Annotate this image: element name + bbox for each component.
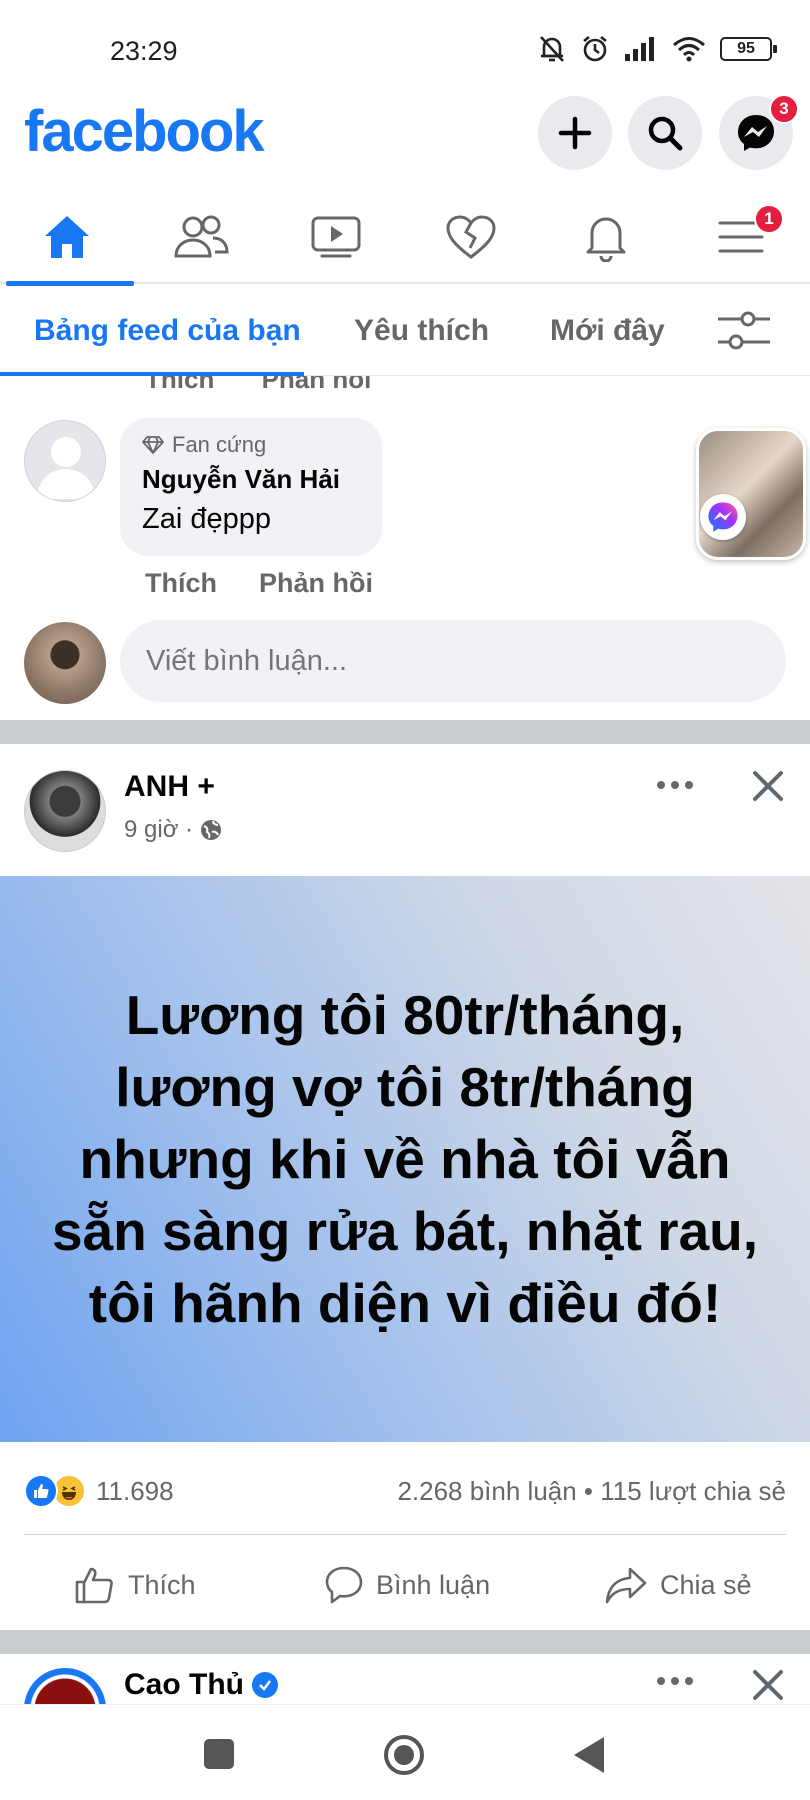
post-time[interactable]: 9 giờ · (124, 816, 193, 844)
heart-icon (446, 215, 496, 259)
post-author-name[interactable]: ANH + (124, 770, 215, 804)
next-post-header: Cao Thủ (0, 1654, 810, 1704)
share-button-label: Chia sẻ (660, 1569, 752, 1600)
tab-home[interactable] (6, 190, 134, 286)
fan-badge: Fan cứng (142, 432, 360, 458)
bell-muted-icon (540, 36, 564, 62)
post-text-background: Lương tôi 80tr/tháng, lương vợ tôi 8tr/t… (0, 876, 810, 1442)
globe-icon (201, 820, 222, 840)
close-icon (753, 771, 783, 801)
share-icon (605, 1567, 647, 1604)
create-button[interactable] (538, 96, 612, 170)
alarm-icon (583, 35, 607, 62)
bell-icon (586, 217, 626, 262)
chat-head-bubble[interactable] (696, 428, 806, 560)
next-post-avatar[interactable] (24, 1668, 106, 1704)
next-post-more-icon[interactable] (656, 1676, 694, 1686)
tab-menu[interactable]: 1 (680, 190, 802, 284)
status-icons: 95 (538, 34, 777, 64)
status-bar: 23:29 95 (0, 0, 810, 90)
tab-notifications[interactable] (545, 190, 667, 284)
reaction-count: 11.698 (96, 1475, 174, 1506)
filter-recent[interactable]: Mới đây (550, 314, 665, 348)
active-filter-indicator (0, 372, 304, 376)
tab-watch[interactable] (275, 190, 397, 284)
share-button[interactable]: Chia sẻ (604, 1560, 752, 1610)
default-avatar-icon (37, 437, 95, 499)
search-button[interactable] (628, 96, 702, 170)
post-hide-button[interactable] (746, 764, 790, 808)
like-reaction-icon (24, 1474, 58, 1508)
messenger-button[interactable]: 3 (719, 94, 799, 170)
filter-your-feed[interactable]: Bảng feed của bạn (34, 314, 301, 348)
messenger-icon (738, 115, 774, 151)
comment-button-label: Bình luận (376, 1569, 491, 1600)
next-post-close-icon[interactable] (751, 1668, 785, 1702)
post-separator-2 (0, 1630, 810, 1654)
status-time: 23:29 (110, 36, 178, 66)
home-icon (45, 216, 89, 258)
next-post-author[interactable]: Cao Thủ (124, 1668, 244, 1702)
signal-icon (625, 37, 654, 61)
app-header: facebook 3 (0, 90, 810, 176)
fan-badge-label: Fan cứng (172, 432, 267, 457)
back-button[interactable] (574, 1737, 604, 1773)
filter-favorites[interactable]: Yêu thích (354, 314, 489, 348)
wifi-icon (673, 37, 705, 62)
post-meta: 9 giờ · (124, 816, 223, 844)
current-user-avatar[interactable] (24, 622, 106, 704)
commenter-avatar[interactable] (24, 420, 106, 502)
tab-dating[interactable] (410, 190, 532, 284)
comment-icon (325, 1566, 363, 1604)
comment-actions: Thích Phản hồi (145, 568, 373, 599)
post-more-button[interactable] (650, 770, 700, 800)
main-nav-tabs: 1 (0, 190, 810, 286)
menu-badge: 1 (754, 204, 784, 234)
commenter-name[interactable]: Nguyễn Văn Hải (142, 464, 360, 495)
battery-icon: 95 (720, 37, 777, 61)
like-button-label: Thích (128, 1569, 196, 1600)
thumbs-up-icon (75, 1567, 113, 1604)
post-separator (0, 720, 810, 744)
system-nav-bar (0, 1704, 810, 1800)
comment-like-link[interactable]: Thích (145, 568, 217, 599)
messenger-badge: 3 (769, 94, 799, 124)
comment-button[interactable]: Bình luận (324, 1560, 490, 1610)
next-post-author-row: Cao Thủ (124, 1668, 278, 1702)
more-dots-icon (657, 781, 693, 789)
comment-bubble: Fan cứng Nguyễn Văn Hải Zai đẹppp (120, 418, 382, 556)
home-button-dot (394, 1745, 414, 1765)
video-icon (311, 216, 361, 258)
diamond-icon (142, 436, 164, 454)
action-divider (24, 1534, 786, 1535)
comment-input[interactable] (120, 620, 786, 702)
feed-settings-icon[interactable] (716, 306, 772, 356)
facebook-logo[interactable]: facebook (24, 98, 265, 165)
post-text: Lương tôi 80tr/tháng, lương vợ tôi 8tr/t… (51, 984, 759, 1334)
home-button[interactable] (384, 1735, 424, 1775)
verified-badge-icon (252, 1672, 278, 1698)
post-stats[interactable]: 2.268 bình luận • 115 lượt chia sẻ (397, 1476, 786, 1507)
comment-text: Zai đẹppp (142, 503, 271, 535)
tab-friends[interactable] (140, 190, 262, 284)
post-author-avatar[interactable] (24, 770, 106, 852)
chat-head-messenger-icon (700, 494, 746, 540)
search-icon (648, 116, 683, 151)
recents-button[interactable] (204, 1739, 234, 1769)
reactions-summary[interactable]: 11.698 (24, 1474, 174, 1508)
battery-level: 95 (737, 40, 755, 57)
plus-icon (558, 116, 592, 150)
like-button[interactable]: Thích (74, 1560, 196, 1610)
friends-icon (174, 215, 229, 258)
feed-filter-bar: Bảng feed của bạn Yêu thích Mới đây (0, 286, 810, 376)
comment-reply-link[interactable]: Phản hồi (259, 568, 373, 599)
